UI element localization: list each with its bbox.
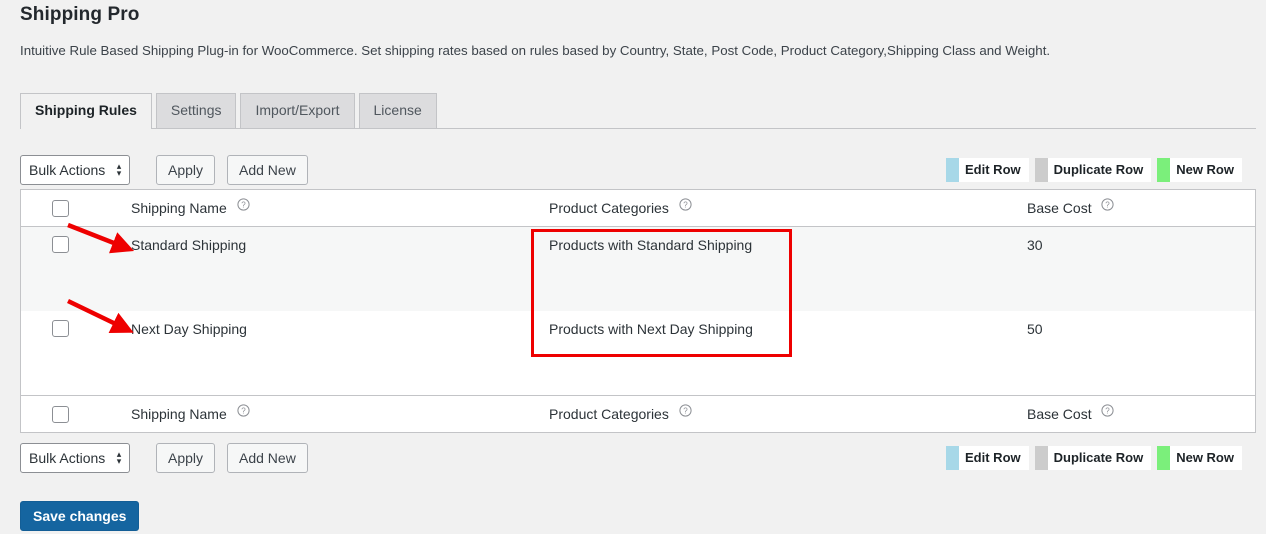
add-new-button-bottom[interactable]: Add New [227, 443, 308, 473]
row-checkbox-cell [21, 227, 73, 253]
admin-page: Shipping Pro Intuitive Rule Based Shippi… [0, 0, 1266, 534]
page-description: Intuitive Rule Based Shipping Plug-in fo… [20, 43, 1051, 58]
tab-label: Settings [170, 102, 222, 118]
legend-label: Edit Row [965, 450, 1021, 465]
footer-base-cost: Base Cost ? [1027, 396, 1247, 432]
legend-item-edit-row: Edit Row [946, 446, 1029, 470]
tab-shipping-rules[interactable]: Shipping Rules [20, 93, 152, 129]
shipping-rules-table: Shipping Name ? Product Categories ? Bas… [20, 189, 1256, 433]
header-base-cost: Base Cost ? [1027, 190, 1247, 226]
bulk-actions-select-top[interactable]: Bulk Actions ▴ ▾ [20, 155, 131, 185]
add-new-button-top[interactable]: Add New [227, 155, 308, 185]
svg-text:?: ? [1106, 406, 1111, 415]
tab-label: Import/Export [255, 102, 340, 118]
header-shipping-name: Shipping Name ? [131, 190, 551, 226]
legend-bottom: Edit Row Duplicate Row New Row [940, 446, 1242, 470]
bulk-actions-label: Bulk Actions [29, 450, 106, 466]
legend-item-duplicate-row: Duplicate Row [1034, 446, 1152, 470]
footer-product-categories: Product Categories ? [549, 396, 1019, 432]
svg-text:?: ? [683, 406, 688, 415]
duplicate-row-swatch [1034, 158, 1048, 182]
cell-shipping-name: Next Day Shipping [131, 321, 247, 337]
legend-label: Duplicate Row [1053, 450, 1144, 465]
column-label: Product Categories [549, 200, 669, 216]
table-row[interactable]: Next Day Shipping Products with Next Day… [21, 311, 1255, 395]
tab-label: License [373, 102, 422, 118]
toolbar-top: Bulk Actions ▴▾ Apply Add New 2 items Ed… [20, 155, 1256, 187]
help-icon[interactable]: ? [237, 198, 250, 211]
row-select-checkbox[interactable] [52, 236, 69, 253]
help-icon[interactable]: ? [1101, 404, 1115, 417]
help-icon[interactable]: ? [679, 198, 692, 211]
row-checkbox-cell [21, 311, 73, 337]
legend-item-edit-row: Edit Row [946, 158, 1029, 182]
legend-item-duplicate-row: Duplicate Row [1034, 158, 1152, 182]
apply-button-bottom[interactable]: Apply [156, 443, 216, 473]
chevron-updown-icon: ▴ ▾ [116, 449, 122, 466]
legend-label: New Row [1176, 450, 1234, 465]
help-icon[interactable]: ? [237, 404, 250, 417]
column-label: Shipping Name [131, 406, 227, 422]
table-header-row: Shipping Name ? Product Categories ? Bas… [21, 190, 1255, 227]
svg-text:?: ? [241, 200, 246, 209]
edit-row-swatch [946, 446, 960, 470]
help-icon[interactable]: ? [679, 404, 692, 417]
bulk-actions-label: Bulk Actions [29, 162, 106, 178]
column-label: Base Cost [1027, 200, 1092, 216]
cell-product-categories: Products with Next Day Shipping [549, 321, 753, 337]
legend-label: New Row [1176, 162, 1234, 177]
help-icon[interactable]: ? [1101, 198, 1115, 211]
apply-button-top[interactable]: Apply [156, 155, 216, 185]
svg-text:?: ? [241, 406, 246, 415]
page-title: Shipping Pro [20, 4, 140, 25]
row-select-checkbox[interactable] [52, 320, 69, 337]
column-label: Product Categories [549, 406, 669, 422]
edit-row-swatch [946, 158, 960, 182]
duplicate-row-swatch [1034, 446, 1048, 470]
cell-shipping-name: Standard Shipping [131, 237, 247, 253]
column-label: Base Cost [1027, 406, 1092, 422]
select-all-checkbox-bottom[interactable] [52, 406, 69, 423]
tab-settings[interactable]: Settings [155, 93, 237, 128]
new-row-swatch [1157, 158, 1171, 182]
legend-top: Edit Row Duplicate Row New Row [940, 158, 1242, 182]
column-label: Shipping Name [131, 200, 227, 216]
header-product-categories: Product Categories ? [549, 190, 1019, 226]
table-footer-row: Shipping Name ? Product Categories ? Bas… [21, 395, 1255, 432]
tab-import-export[interactable]: Import/Export [240, 93, 355, 128]
toolbar-bottom: Bulk Actions ▴▾ Apply Add New 2 items Ed… [20, 443, 1256, 475]
svg-text:?: ? [683, 200, 688, 209]
table-row[interactable]: Standard Shipping Products with Standard… [21, 227, 1255, 311]
tab-label: Shipping Rules [35, 102, 137, 118]
bulk-actions-select-bottom[interactable]: Bulk Actions ▴ ▾ [20, 443, 131, 473]
chevron-updown-icon: ▴ ▾ [116, 161, 122, 178]
cell-base-cost: 30 [1027, 237, 1043, 253]
legend-item-new-row: New Row [1157, 446, 1242, 470]
cell-product-categories: Products with Standard Shipping [549, 237, 753, 253]
new-row-swatch [1157, 446, 1171, 470]
select-all-checkbox-top[interactable] [52, 200, 69, 217]
svg-text:?: ? [1106, 200, 1111, 209]
cell-base-cost: 50 [1027, 321, 1043, 337]
legend-label: Duplicate Row [1053, 162, 1144, 177]
footer-shipping-name: Shipping Name ? [131, 396, 551, 432]
legend-item-new-row: New Row [1157, 158, 1242, 182]
tab-license[interactable]: License [358, 93, 437, 128]
tab-bar: Shipping Rules Settings Import/Export Li… [20, 93, 1256, 129]
legend-label: Edit Row [965, 162, 1021, 177]
save-changes-button[interactable]: Save changes [20, 501, 140, 531]
